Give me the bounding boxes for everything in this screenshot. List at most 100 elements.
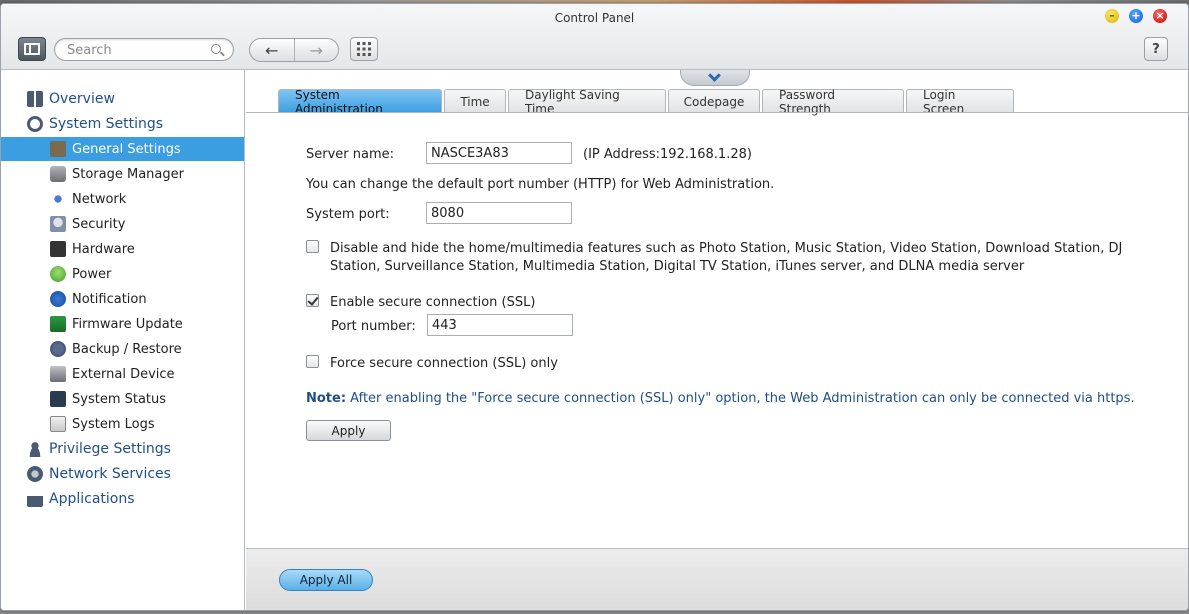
tab-divider [246, 112, 1188, 113]
sidebar-toggle-button[interactable] [18, 37, 46, 61]
sidebar-item-network[interactable]: Network [1, 187, 244, 211]
power-bulb-icon [50, 266, 66, 282]
window-title: Control Panel [554, 11, 635, 25]
tab-password-strength[interactable]: Password Strength [762, 88, 904, 116]
sidebar-item-label: System Logs [72, 416, 155, 432]
sidebar-item-overview[interactable]: Overview [1, 87, 244, 111]
overview-icon [27, 91, 43, 107]
sidebar-item-label: System Settings [49, 116, 164, 132]
ssl-port-input[interactable] [427, 314, 573, 336]
apps-button[interactable] [350, 37, 378, 61]
sidebar-item-label: External Device [72, 366, 175, 382]
system-port-input[interactable] [426, 202, 572, 224]
sidebar-item-privilege-settings[interactable]: Privilege Settings [1, 437, 244, 461]
search-icon[interactable] [211, 44, 221, 54]
close-icon[interactable]: × [1153, 9, 1167, 23]
chevron-down-icon [708, 69, 721, 82]
sidebar-item-storage-manager[interactable]: Storage Manager [1, 162, 244, 186]
tab-daylight-saving-time[interactable]: Daylight Saving Time [508, 88, 666, 116]
sidebar-item-backup-restore[interactable]: Backup / Restore [1, 337, 244, 361]
note-text: After enabling the "Force secure connect… [346, 391, 1135, 406]
port-info-text: You can change the default port number (… [306, 177, 775, 192]
sidebar-item-general-settings[interactable]: General Settings [1, 137, 244, 161]
security-icon [50, 216, 66, 232]
search-input[interactable] [67, 42, 207, 58]
sidebar-item-label: Security [72, 216, 126, 232]
storage-icon [50, 166, 66, 182]
apply-all-label: Apply All [299, 573, 353, 587]
tab-system-administration[interactable]: System Administration [278, 88, 442, 116]
sidebar-item-system-settings[interactable]: System Settings [1, 112, 244, 136]
sidebar-item-applications[interactable]: Applications [1, 487, 244, 511]
sidebar: Overview System Settings General Setting… [1, 70, 245, 610]
disable-multimedia-label: Disable and hide the home/multimedia fea… [330, 241, 1123, 256]
server-name-label: Server name: [306, 147, 395, 162]
sidebar-item-firmware-update[interactable]: Firmware Update [1, 312, 244, 336]
tab-label: Time [460, 94, 490, 109]
ip-address-text: (IP Address:192.168.1.28) [583, 147, 752, 162]
collapse-toolbar-button[interactable] [680, 69, 750, 86]
firmware-icon [50, 316, 66, 332]
forward-button[interactable]: → [293, 39, 339, 61]
sidebar-item-label: Backup / Restore [72, 341, 182, 357]
sidebar-item-label: Overview [49, 91, 115, 107]
sidebar-item-system-logs[interactable]: System Logs [1, 412, 244, 436]
force-ssl-checkbox[interactable] [306, 355, 319, 368]
notification-icon [50, 291, 66, 307]
general-settings-icon [50, 141, 66, 157]
sidebar-item-system-status[interactable]: System Status [1, 387, 244, 411]
sidebar-item-label: Firmware Update [72, 316, 183, 332]
tab-time[interactable]: Time [444, 89, 506, 113]
sidebar-item-label: Notification [72, 291, 147, 307]
apps-grid-icon [357, 42, 371, 56]
main-panel: System Administration Time Daylight Savi… [246, 69, 1188, 548]
sidebar-item-network-services[interactable]: Network Services [1, 462, 244, 486]
back-arrow-icon: ← [265, 40, 279, 60]
globe-icon [27, 466, 43, 482]
tab-login-screen[interactable]: Login Screen [906, 88, 1014, 116]
maximize-icon[interactable]: + [1129, 9, 1143, 23]
sidebar-item-label: Hardware [72, 241, 135, 257]
disable-multimedia-checkbox[interactable] [306, 240, 319, 253]
sidebar-item-notification[interactable]: Notification [1, 287, 244, 311]
settings-tabs: System Administration Time Daylight Savi… [278, 88, 1016, 116]
system-status-icon [50, 391, 66, 407]
sidebar-item-label: Power [72, 266, 112, 282]
enable-ssl-label: Enable secure connection (SSL) [330, 295, 536, 310]
search-box[interactable] [54, 38, 234, 61]
back-button[interactable]: ← [250, 39, 294, 61]
gear-icon [27, 116, 43, 132]
applications-icon [27, 491, 43, 507]
help-icon: ? [1152, 41, 1160, 57]
sidebar-item-label: Applications [49, 491, 135, 507]
control-panel-window: Control Panel – + × ← → ? [0, 3, 1189, 611]
history-navigation: ← → [249, 38, 339, 62]
server-name-input[interactable] [426, 142, 572, 164]
sidebar-item-label: General Settings [72, 141, 181, 157]
network-icon [50, 191, 66, 207]
system-logs-icon [50, 416, 66, 432]
apply-button-label: Apply [331, 423, 366, 438]
backup-icon [50, 341, 66, 357]
footer-bar: Apply All [246, 548, 1188, 610]
sidebar-item-label: System Status [72, 391, 167, 407]
ssl-note: Note: After enabling the "Force secure c… [306, 391, 1135, 406]
title-bar: Control Panel – + × ← → ? [1, 4, 1188, 70]
sidebar-item-label: Network Services [49, 466, 171, 482]
disable-multimedia-label-continued: Station, Surveillance Station, Multimedi… [330, 259, 1025, 274]
force-ssl-label: Force secure connection (SSL) only [330, 356, 558, 371]
apply-button[interactable]: Apply [306, 420, 391, 441]
sidebar-item-external-device[interactable]: External Device [1, 362, 244, 386]
port-number-label: Port number: [331, 319, 416, 334]
tab-codepage[interactable]: Codepage [668, 89, 760, 113]
sidebar-item-hardware[interactable]: Hardware [1, 237, 244, 261]
forward-arrow-icon: → [309, 40, 323, 60]
minimize-icon[interactable]: – [1105, 9, 1119, 23]
sidebar-item-security[interactable]: Security [1, 212, 244, 236]
enable-ssl-checkbox[interactable] [306, 294, 319, 307]
note-prefix: Note: [306, 391, 347, 406]
sidebar-item-power[interactable]: Power [1, 262, 244, 286]
help-button[interactable]: ? [1144, 37, 1168, 61]
system-port-label: System port: [306, 207, 390, 222]
apply-all-button[interactable]: Apply All [279, 569, 373, 591]
